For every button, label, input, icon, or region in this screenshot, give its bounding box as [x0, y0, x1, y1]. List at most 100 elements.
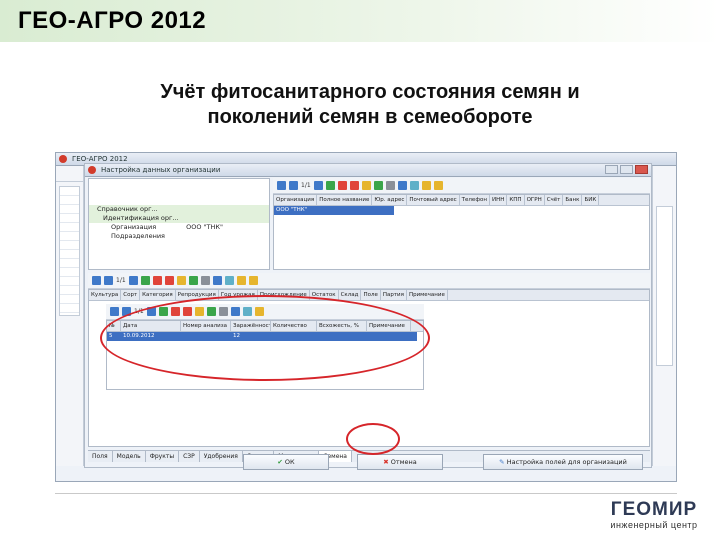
column-header[interactable]: Примечание: [407, 290, 448, 300]
header-bar: ГЕО-АГРО 2012: [0, 0, 720, 42]
prev-page-icon[interactable]: [289, 181, 298, 190]
footer-divider: [55, 493, 677, 494]
main-window-title: ГЕО-АГРО 2012: [72, 155, 128, 163]
first-page-icon[interactable]: [92, 276, 101, 285]
main-window-left-strip: [56, 166, 84, 466]
print-icon[interactable]: [200, 276, 210, 285]
tab-4[interactable]: СЗР: [179, 451, 200, 462]
column-header[interactable]: Банк: [563, 195, 583, 205]
tree-item-identification[interactable]: Идентификация орг...: [89, 214, 269, 223]
column-header[interactable]: Почтовый адрес: [407, 195, 460, 205]
cancel-label: Отмена: [390, 458, 417, 466]
view-icon[interactable]: [224, 276, 234, 285]
add-icon[interactable]: [140, 276, 150, 285]
tab-1[interactable]: Поля: [88, 451, 113, 462]
column-header[interactable]: Юр. адрес: [372, 195, 408, 205]
slide-title-line-2: поколений семян в семеобороте: [207, 106, 533, 128]
tree-item-label: Идентификация орг...: [103, 214, 179, 222]
tab-2[interactable]: Модель: [113, 451, 146, 462]
upper-paging: 1/1: [301, 182, 311, 189]
field-settings-button[interactable]: ✎ Настройка полей для организаций: [483, 454, 643, 470]
column-header[interactable]: Сорт: [121, 290, 141, 300]
first-page-icon[interactable]: [110, 307, 119, 316]
slide-title: Учёт фитосанитарного состояния семян и п…: [60, 80, 680, 130]
column-header[interactable]: Телефон: [460, 195, 490, 205]
prev-page-icon[interactable]: [104, 276, 113, 285]
seed-toolbar: 1/1: [88, 273, 650, 289]
dialog-title: Настройка данных организации: [101, 166, 221, 174]
check-icon: ✔: [277, 458, 283, 466]
tree-item-organization[interactable]: Организация ООО "ТНК": [89, 223, 269, 232]
column-header[interactable]: Поле: [361, 290, 381, 300]
app-logo-icon: [59, 155, 67, 163]
delete-icon[interactable]: [152, 276, 162, 285]
column-header[interactable]: Культура: [89, 290, 122, 300]
window-controls: [605, 165, 649, 175]
edit-icon[interactable]: [361, 181, 371, 190]
settings-icon[interactable]: [236, 276, 246, 285]
upper-grid: Организация Полное название Юр. адрес Почто…: [273, 194, 650, 270]
export-icon[interactable]: [433, 181, 443, 190]
app-screenshot: ГЕО-АГРО 2012 Настройка данных организац…: [55, 152, 677, 482]
next-page-icon[interactable]: [128, 276, 138, 285]
tree-item-label: Организация: [111, 223, 157, 231]
add-icon[interactable]: [325, 181, 335, 190]
save-icon[interactable]: [397, 181, 407, 190]
tree-item-divisions[interactable]: Подразделения: [89, 232, 269, 241]
column-header[interactable]: ОГРН: [525, 195, 545, 205]
table-cell: ООО "ТНК": [276, 207, 308, 213]
column-header[interactable]: БИК: [582, 195, 600, 205]
seed-grid-header: Культура Сорт Категория Репродукция Год урож…: [89, 290, 649, 301]
print-icon[interactable]: [385, 181, 395, 190]
dialog-app-icon: [88, 166, 96, 174]
slide-title-line-1: Учёт фитосанитарного состояния семян и: [160, 81, 580, 103]
tree-item-reference[interactable]: Справочник орг...: [89, 205, 269, 214]
tree-item-label: Подразделения: [111, 232, 165, 240]
cancel-icon[interactable]: [164, 276, 174, 285]
tree-item-label: Справочник орг...: [97, 205, 158, 213]
tab-5[interactable]: Удобрения: [200, 451, 243, 462]
wrench-icon: ✎: [499, 458, 505, 466]
settings-icon[interactable]: [421, 181, 431, 190]
header-title: ГЕО-АГРО 2012: [18, 7, 207, 34]
cross-icon: ✖: [383, 458, 389, 466]
ok-button[interactable]: ✔ ОК: [243, 454, 329, 470]
next-page-icon[interactable]: [313, 181, 323, 190]
column-header[interactable]: Категория: [140, 290, 176, 300]
upper-grid-header: Организация Полное название Юр. адрес Почто…: [274, 195, 649, 206]
column-header[interactable]: ИНН: [490, 195, 508, 205]
tab-3[interactable]: Фрукты: [146, 451, 180, 462]
logo-subtitle: инженерный центр: [610, 520, 698, 530]
column-header[interactable]: Счёт: [545, 195, 564, 205]
edit-icon[interactable]: [176, 276, 186, 285]
column-header[interactable]: Партия: [381, 290, 407, 300]
column-header[interactable]: КПП: [507, 195, 525, 205]
main-window-right-strip: [652, 166, 676, 466]
ok-label: ОК: [284, 458, 295, 466]
column-header[interactable]: Организация: [274, 195, 318, 205]
upper-toolbar: 1/1: [273, 178, 650, 194]
cancel-icon[interactable]: [349, 181, 359, 190]
minimize-button[interactable]: [605, 165, 618, 174]
export-icon[interactable]: [248, 276, 258, 285]
close-button[interactable]: [635, 165, 648, 174]
dialog-titlebar[interactable]: Настройка данных организации: [85, 164, 651, 177]
filter-icon[interactable]: [373, 181, 383, 190]
view-icon[interactable]: [409, 181, 419, 190]
cancel-button[interactable]: ✖ Отмена: [357, 454, 443, 470]
organization-tree: Справочник орг... Идентификация орг... О…: [88, 178, 270, 270]
save-icon[interactable]: [212, 276, 222, 285]
delete-icon[interactable]: [337, 181, 347, 190]
geomir-logo: ГЕОМИР инженерный центр: [604, 500, 704, 532]
table-row[interactable]: ООО "ТНК": [274, 206, 394, 215]
first-page-icon[interactable]: [277, 181, 286, 190]
maximize-button[interactable]: [620, 165, 633, 174]
seed-paging: 1/1: [116, 277, 126, 284]
column-header[interactable]: Склад: [339, 290, 362, 300]
highlight-ellipse-analysis: [100, 295, 430, 381]
column-header[interactable]: Полное название: [317, 195, 373, 205]
filter-icon[interactable]: [188, 276, 198, 285]
logo-name: ГЕОМИР: [610, 499, 698, 520]
upper-grid-area: 1/1 Организация Полное название Юр. адрес П…: [273, 178, 650, 270]
field-settings-label: Настройка полей для организаций: [506, 458, 627, 466]
